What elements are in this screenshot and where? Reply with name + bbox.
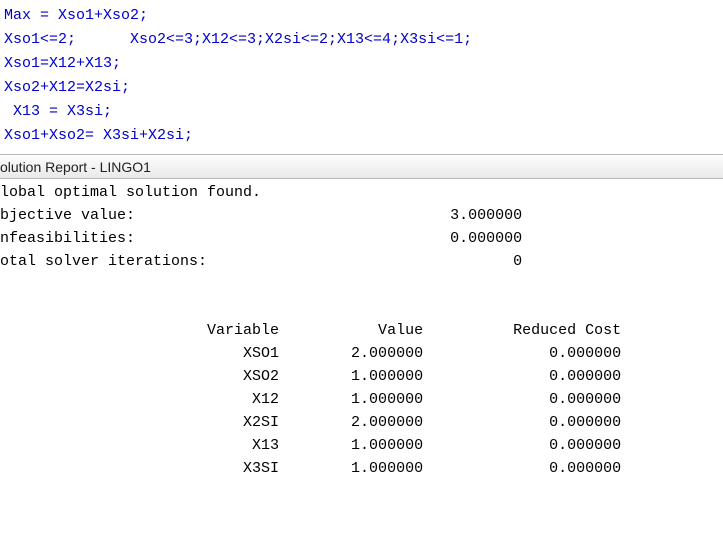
- code-line[interactable]: Xso1=X12+X13;: [4, 52, 719, 76]
- status-line: lobal optimal solution found.: [0, 181, 723, 204]
- code-editor-pane[interactable]: Max = Xso1+Xso2; Xso1<=2; Xso2<=3;X12<=3…: [0, 0, 723, 154]
- objective-row: bjective value: 3.000000: [0, 204, 723, 227]
- code-line[interactable]: Xso1+Xso2= X3si+X2si;: [4, 124, 719, 148]
- infeasibilities-value: 0.000000: [135, 230, 522, 247]
- iterations-value: 0: [207, 253, 522, 270]
- report-window-titlebar[interactable]: olution Report - LINGO1: [0, 154, 723, 179]
- infeasibilities-label: nfeasibilities:: [0, 230, 135, 247]
- infeasibilities-row: nfeasibilities: 0.000000: [0, 227, 723, 250]
- iterations-row: otal solver iterations: 0: [0, 250, 723, 273]
- code-line[interactable]: Xso1<=2; Xso2<=3;X12<=3;X2si<=2;X13<=4;X…: [4, 28, 719, 52]
- code-line[interactable]: X13 = X3si;: [4, 100, 719, 124]
- results-table: Variable Value Reduced Cost XSO1 2.00000…: [0, 319, 723, 480]
- code-line[interactable]: Xso2+X12=X2si;: [4, 76, 719, 100]
- blank-line: [0, 273, 723, 296]
- solution-report-pane[interactable]: lobal optimal solution found. bjective v…: [0, 179, 723, 482]
- objective-label: bjective value:: [0, 207, 135, 224]
- code-line[interactable]: Max = Xso1+Xso2;: [4, 4, 719, 28]
- report-window-title: olution Report - LINGO1: [0, 159, 151, 175]
- objective-value: 3.000000: [135, 207, 522, 224]
- blank-line: [0, 296, 723, 319]
- iterations-label: otal solver iterations:: [0, 253, 207, 270]
